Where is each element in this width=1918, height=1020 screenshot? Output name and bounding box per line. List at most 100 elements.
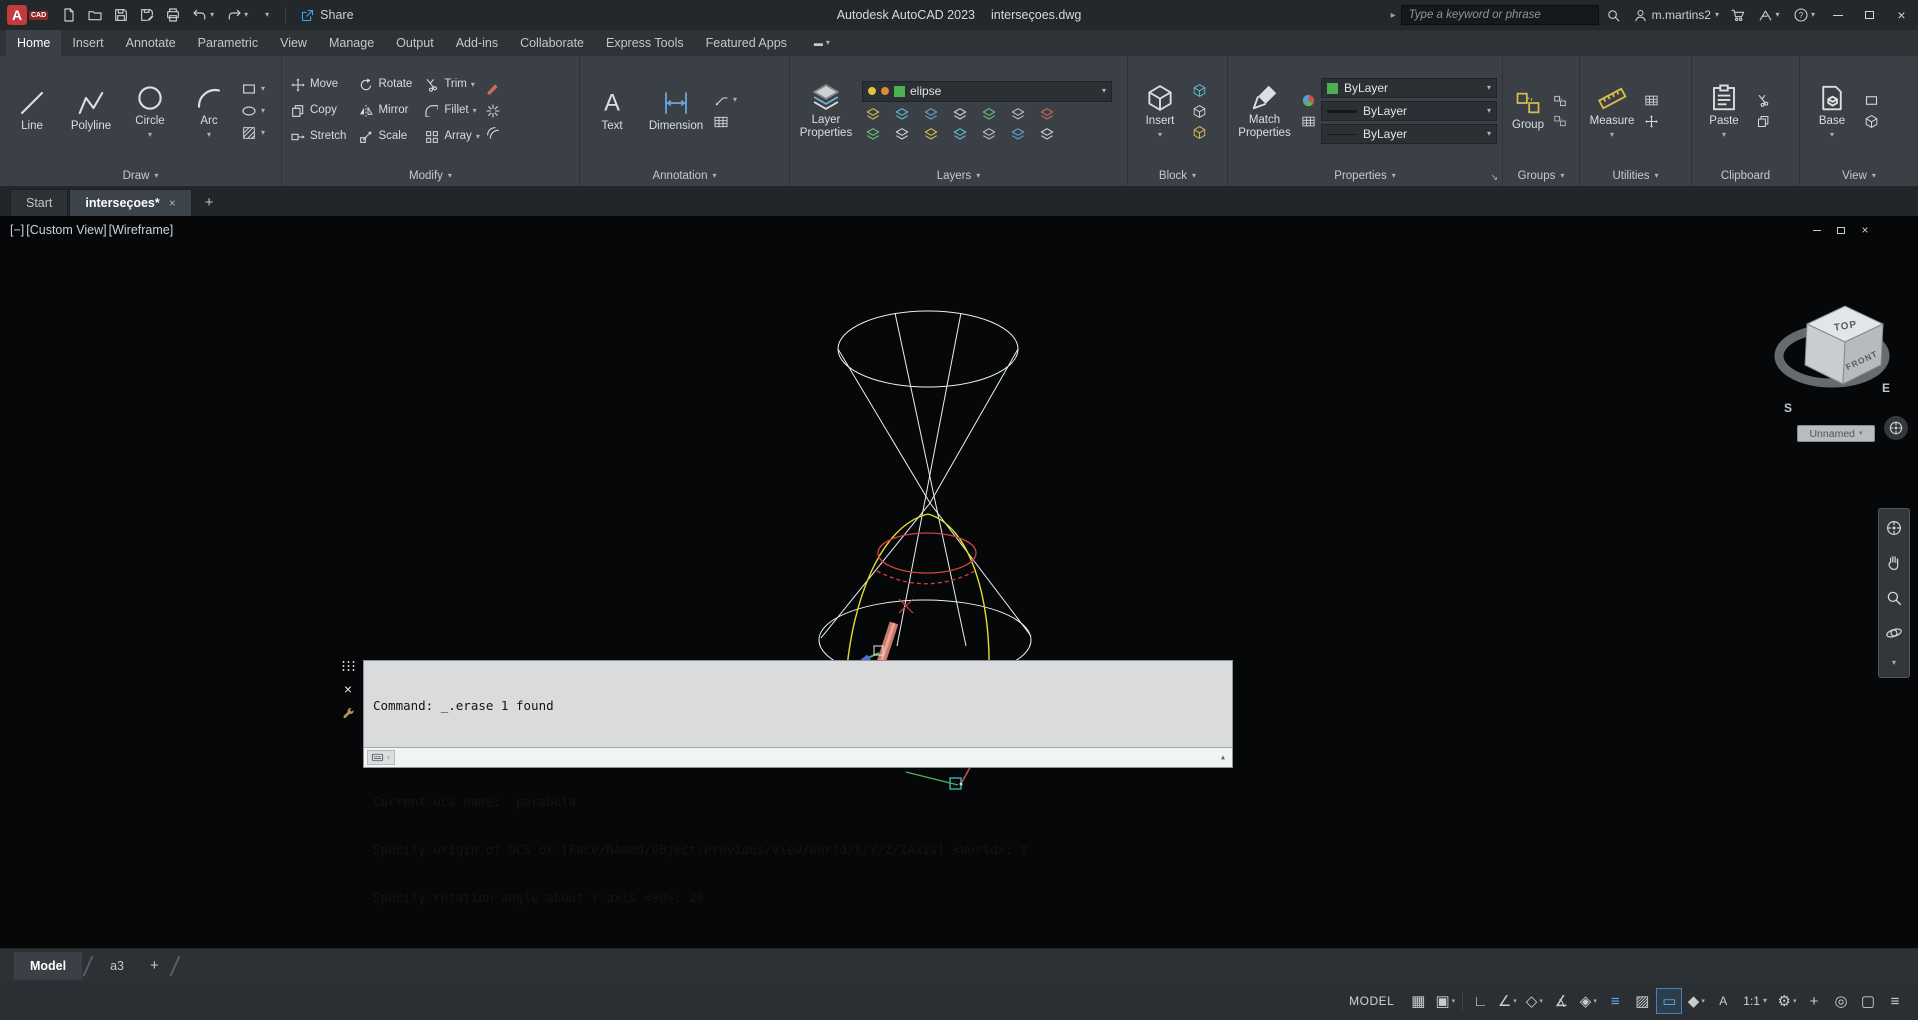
- ribbon-tab-insert[interactable]: Insert: [61, 30, 114, 56]
- ribbon-tab-featured-apps[interactable]: Featured Apps: [695, 30, 798, 56]
- ribbon-tab-collaborate[interactable]: Collaborate: [509, 30, 595, 56]
- mirror-button[interactable]: Mirror: [358, 103, 412, 119]
- model-space-indicator[interactable]: MODEL: [1339, 994, 1404, 1008]
- block-edit-button[interactable]: [1192, 83, 1207, 98]
- panel-label-view[interactable]: View ▾: [1800, 166, 1918, 186]
- ribbon-display-toggle[interactable]: ▬ ▾: [808, 30, 836, 56]
- redo-button[interactable]: ▾: [221, 2, 253, 28]
- layer-make-current-button[interactable]: [981, 106, 997, 122]
- layer-vpfreeze-button[interactable]: [894, 126, 910, 142]
- command-window[interactable]: Command: _.erase 1 found Command: UCS Cu…: [363, 660, 1233, 905]
- circle-button[interactable]: Circle ▾: [123, 81, 177, 140]
- base-view-button[interactable]: Base ▾: [1805, 81, 1859, 140]
- move-button[interactable]: Move: [290, 77, 346, 93]
- cut-clip-button[interactable]: [1756, 93, 1771, 108]
- block-create-button[interactable]: [1192, 104, 1207, 119]
- list-properties-button[interactable]: [1301, 114, 1316, 129]
- named-view-button[interactable]: Unnamed ▾: [1797, 425, 1875, 442]
- cone-wireframe[interactable]: [818, 310, 1032, 681]
- undo-button[interactable]: ▾: [187, 2, 219, 28]
- layer-dropdown[interactable]: elipse ▾: [862, 80, 1112, 102]
- application-menu-button[interactable]: A CAD: [0, 0, 55, 30]
- hatch-button[interactable]: ▾: [241, 125, 265, 141]
- ribbon-tab-home[interactable]: Home: [6, 30, 62, 56]
- panel-label-layers[interactable]: Layers ▾: [790, 166, 1127, 186]
- trim-button[interactable]: Trim ▾: [424, 77, 480, 93]
- customization-icon[interactable]: ≡: [1882, 988, 1908, 1014]
- command-customize-button[interactable]: ▾: [367, 750, 395, 765]
- undo-caret-icon[interactable]: ▾: [210, 11, 214, 19]
- paste-button[interactable]: Paste ▾: [1697, 81, 1751, 140]
- copy-button[interactable]: Copy: [290, 103, 346, 119]
- help-button[interactable]: ▾: [1788, 2, 1820, 28]
- ribbon-tab-view[interactable]: View: [269, 30, 318, 56]
- viewport-visual-style-control[interactable]: [Wireframe]: [109, 223, 174, 237]
- annotation-scale-button[interactable]: 1:1 ▾: [1737, 994, 1773, 1008]
- panel-label-utilities[interactable]: Utilities ▾: [1580, 166, 1691, 186]
- viewport-button[interactable]: [1864, 93, 1879, 108]
- command-grip-handle[interactable]: [340, 660, 356, 671]
- grid-display-icon[interactable]: ▦: [1405, 988, 1431, 1014]
- layer-copy-objects-button[interactable]: [1010, 126, 1026, 142]
- arc-button[interactable]: Arc ▾: [182, 81, 236, 140]
- command-close-icon[interactable]: ×: [344, 681, 352, 697]
- block-attributes-button[interactable]: [1192, 125, 1207, 140]
- layer-lock-button[interactable]: [952, 106, 968, 122]
- layer-properties-button[interactable]: Layer Properties: [795, 80, 857, 142]
- ortho-mode-icon[interactable]: ∟: [1467, 988, 1493, 1014]
- autodesk-apps-button[interactable]: ▾: [1753, 2, 1785, 28]
- app-store-cart-button[interactable]: [1726, 2, 1750, 28]
- qat-customize-button[interactable]: ▾: [255, 2, 279, 28]
- stretch-button[interactable]: Stretch: [290, 129, 346, 145]
- search-icon[interactable]: [1602, 2, 1626, 28]
- layer-on-icon[interactable]: [868, 87, 876, 95]
- layer-walk-button[interactable]: [865, 126, 881, 142]
- ribbon-tab-express-tools[interactable]: Express Tools: [595, 30, 695, 56]
- compass-south-label[interactable]: S: [1784, 401, 1792, 415]
- group-edit-button[interactable]: [1553, 114, 1567, 128]
- save-as-button[interactable]: [135, 2, 159, 28]
- ribbon-tab-addins[interactable]: Add-ins: [445, 30, 509, 56]
- tray-plus-icon[interactable]: +: [1801, 988, 1827, 1014]
- layout-tab-a3[interactable]: a3: [94, 952, 140, 980]
- layer-match-button[interactable]: [1010, 106, 1026, 122]
- clean-screen-icon[interactable]: ▢: [1855, 988, 1881, 1014]
- leader-button[interactable]: ▾: [713, 92, 737, 108]
- model-tab[interactable]: Model: [14, 951, 83, 980]
- drawing-area[interactable]: [−] [Custom View] [Wireframe] × TOP FRON…: [0, 216, 1918, 948]
- table-button[interactable]: [713, 114, 737, 130]
- layer-delete-button[interactable]: [952, 126, 968, 142]
- panel-label-properties[interactable]: Properties ▾ ↘: [1228, 166, 1502, 186]
- panel-label-groups[interactable]: Groups ▾: [1503, 166, 1579, 186]
- id-point-button[interactable]: [1644, 114, 1659, 129]
- ellipse-button[interactable]: ▾: [241, 103, 265, 119]
- redo-caret-icon[interactable]: ▾: [244, 11, 248, 19]
- object-snap-tracking-icon[interactable]: ∡: [1548, 988, 1574, 1014]
- share-button[interactable]: Share: [292, 8, 361, 23]
- drawing-minimize-button[interactable]: [1810, 223, 1824, 237]
- layer-settings-button[interactable]: [1039, 126, 1055, 142]
- polyline-button[interactable]: Polyline: [64, 86, 118, 135]
- insert-block-button[interactable]: Insert ▾: [1133, 81, 1187, 140]
- drawing-restore-button[interactable]: [1834, 223, 1848, 237]
- navbar-more-caret-icon[interactable]: ▾: [1892, 659, 1896, 667]
- fillet-button[interactable]: Fillet ▾: [424, 103, 480, 119]
- panel-label-clipboard[interactable]: Clipboard: [1692, 166, 1799, 186]
- layer-off-button[interactable]: [865, 106, 881, 122]
- panel-label-draw[interactable]: Draw ▾: [0, 166, 281, 186]
- measure-button[interactable]: Measure ▾: [1585, 81, 1639, 140]
- viewport-menu-control[interactable]: [−]: [10, 223, 24, 237]
- panel-label-modify[interactable]: Modify ▾: [282, 166, 579, 186]
- pan-button[interactable]: [1885, 554, 1903, 572]
- save-button[interactable]: [109, 2, 133, 28]
- zoom-button[interactable]: [1885, 589, 1903, 607]
- workspace-gear-icon[interactable]: ⚙ ▾: [1774, 988, 1800, 1014]
- full-navigation-wheel-button[interactable]: [1885, 519, 1903, 537]
- explode-button[interactable]: [485, 103, 501, 119]
- scale-button[interactable]: Scale: [358, 129, 412, 145]
- ungroup-button[interactable]: [1553, 94, 1567, 108]
- compass-east-label[interactable]: E: [1882, 381, 1890, 395]
- viewcube[interactable]: TOP FRONT S E: [1762, 270, 1918, 440]
- new-layout-button[interactable]: +: [140, 957, 169, 974]
- copy-clip-button[interactable]: [1756, 114, 1771, 129]
